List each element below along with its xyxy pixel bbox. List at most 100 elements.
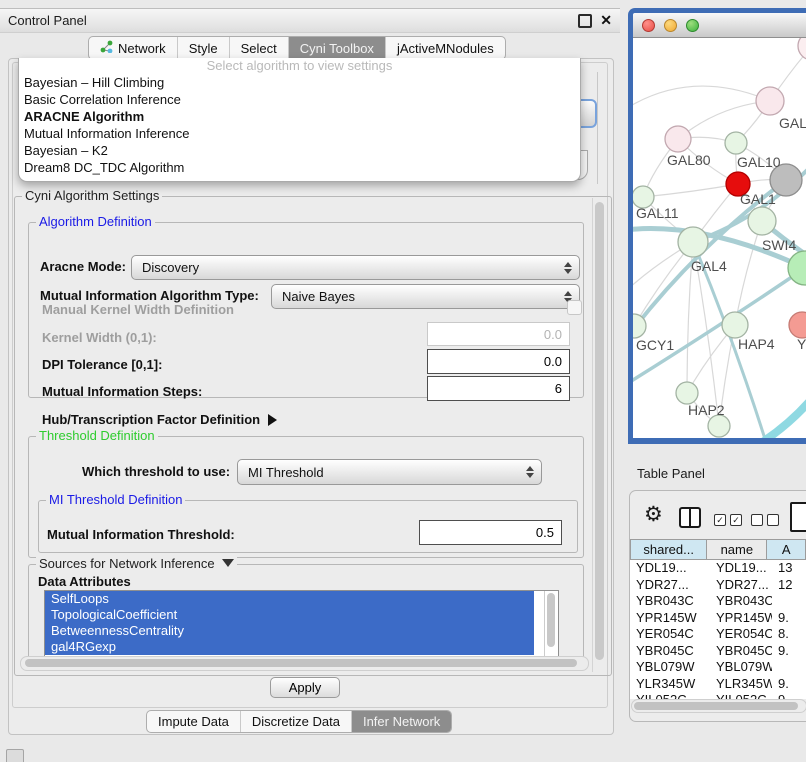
network-node[interactable] — [789, 312, 806, 338]
table-cell[interactable]: YPR145W — [630, 610, 710, 627]
sources-toggle[interactable]: Sources for Network Inference — [36, 557, 237, 571]
attribute-list-item[interactable]: BetweennessCentrality — [45, 623, 534, 639]
table-cell[interactable]: YBL079W — [710, 659, 772, 676]
table-cell[interactable]: YDR27... — [710, 577, 772, 594]
tab-cyni-toolbox[interactable]: Cyni Toolbox — [288, 37, 385, 59]
network-node[interactable] — [788, 251, 806, 285]
table-cell[interactable] — [772, 659, 806, 676]
table-cell[interactable] — [772, 593, 806, 610]
tab-network[interactable]: Network — [89, 37, 177, 59]
tab-style[interactable]: Style — [177, 37, 229, 59]
dropdown-item[interactable]: Bayesian – K2 — [19, 142, 580, 159]
network-node[interactable] — [798, 38, 806, 60]
kernel-width-field[interactable] — [427, 322, 570, 346]
scrollbar-thumb[interactable] — [634, 702, 798, 710]
table-cell[interactable]: 9. — [772, 643, 806, 660]
tab-discretize-data[interactable]: Discretize Data — [240, 711, 351, 732]
network-edge[interactable] — [643, 184, 738, 197]
mi-threshold-field[interactable] — [419, 520, 562, 545]
table-cell[interactable]: YBR043C — [630, 593, 710, 610]
close-traffic-light-icon[interactable] — [642, 19, 655, 32]
network-node[interactable] — [725, 132, 747, 154]
dropdown-item[interactable]: Dream8 DC_TDC Algorithm — [19, 159, 580, 176]
collapsed-panel-icon[interactable] — [6, 749, 24, 762]
tab-jactivemnodules[interactable]: jActiveMNodules — [385, 37, 505, 59]
table-cell[interactable]: YIL052C — [630, 692, 710, 699]
combo-arrows-icon — [526, 466, 534, 478]
settings-horizontal-scrollbar[interactable] — [20, 656, 589, 671]
table-cell[interactable]: 13 — [772, 560, 806, 577]
table-cell[interactable]: 9. — [772, 692, 806, 699]
scrollbar-thumb[interactable] — [25, 659, 577, 667]
dropdown-item[interactable]: Basic Correlation Inference — [19, 91, 580, 108]
network-edge[interactable] — [735, 221, 762, 325]
column-header[interactable]: shared... — [630, 539, 707, 560]
network-node[interactable] — [676, 382, 698, 404]
column-header[interactable]: name — [707, 539, 767, 560]
float-window-icon[interactable] — [578, 14, 592, 28]
network-node[interactable] — [756, 87, 784, 115]
scrollbar-thumb[interactable] — [547, 593, 555, 647]
tab-impute-data[interactable]: Impute Data — [147, 711, 240, 732]
close-icon[interactable]: ✕ — [600, 12, 612, 29]
data-attributes-label: Data Attributes — [38, 574, 131, 589]
dropdown-item[interactable]: ARACNE Algorithm — [19, 108, 580, 125]
dropdown-item[interactable]: Mutual Information Inference — [19, 125, 580, 142]
table-cell[interactable]: YDL19... — [710, 560, 772, 577]
table-cell[interactable]: YDR27... — [630, 577, 710, 594]
settings-vertical-scrollbar[interactable] — [592, 198, 607, 672]
network-node[interactable] — [678, 227, 708, 257]
group-border-fragment — [597, 72, 598, 184]
table-header-row: shared...nameA — [630, 539, 806, 560]
aracne-mode-combo[interactable]: Discovery — [131, 255, 580, 280]
tab-infer-network[interactable]: Infer Network — [351, 711, 451, 732]
table-cell[interactable]: YBR043C — [710, 593, 772, 610]
scrollbar-thumb[interactable] — [595, 202, 604, 660]
column-header[interactable]: A — [767, 539, 806, 560]
mi-type-value: Naive Bayes — [282, 289, 355, 304]
network-node[interactable] — [665, 126, 691, 152]
attribute-list-item[interactable]: TopologicalCoefficient — [45, 607, 534, 623]
table-cell[interactable]: 8. — [772, 626, 806, 643]
table-cell[interactable]: YBR045C — [630, 643, 710, 660]
select-all-columns-icon[interactable]: ✓ ✓ — [714, 514, 742, 526]
dpi-tolerance-field[interactable] — [427, 349, 570, 374]
table-cell[interactable]: YBR045C — [710, 643, 772, 660]
tab-label: Network — [118, 41, 166, 56]
minimize-traffic-light-icon[interactable] — [664, 19, 677, 32]
which-threshold-combo[interactable]: MI Threshold — [237, 459, 542, 485]
network-node[interactable] — [748, 207, 776, 235]
zoom-traffic-light-icon[interactable] — [686, 19, 699, 32]
apply-button[interactable]: Apply — [270, 677, 340, 698]
table-horizontal-scrollbar[interactable] — [631, 699, 806, 713]
table-cell[interactable]: 12 — [772, 577, 806, 594]
network-canvas[interactable]: GALGAL80GAL10GAL1GAL11SWI4GAL4GCY1HAP4YH… — [633, 38, 806, 438]
control-panel-tabs: Network StyleSelectCyni ToolboxjActiveMNo… — [88, 36, 506, 60]
table-cell[interactable]: YER054C — [630, 626, 710, 643]
table-cell[interactable]: YBL079W — [630, 659, 710, 676]
table-cell[interactable]: 9. — [772, 676, 806, 693]
show-columns-icon[interactable] — [679, 507, 701, 528]
attribute-list-item[interactable]: SelfLoops — [45, 591, 534, 607]
gear-icon[interactable]: ⚙ — [644, 504, 663, 525]
table-cell[interactable]: YER054C — [710, 626, 772, 643]
mi-type-combo[interactable]: Naive Bayes — [271, 284, 580, 309]
table-cell[interactable]: YLR345W — [710, 676, 772, 693]
tab-select[interactable]: Select — [229, 37, 288, 59]
network-node[interactable] — [722, 312, 748, 338]
network-node[interactable] — [708, 415, 730, 437]
new-table-icon[interactable] — [790, 502, 806, 532]
attribute-list-item[interactable]: gal4RGexp — [45, 639, 534, 655]
deselect-all-columns-icon[interactable] — [751, 514, 779, 526]
table-cell[interactable]: YLR345W — [630, 676, 710, 693]
table-cell[interactable]: YPR145W — [710, 610, 772, 627]
mi-steps-field[interactable] — [427, 376, 570, 401]
dropdown-item[interactable]: Bayesian – Hill Climbing — [19, 74, 580, 91]
table-cell[interactable]: YDL19... — [630, 560, 710, 577]
hub-definition-toggle[interactable]: Hub/Transcription Factor Definition — [42, 412, 277, 427]
table-cell[interactable]: YIL052C — [710, 692, 772, 699]
manual-kernel-checkbox[interactable] — [567, 300, 582, 315]
table-cell[interactable]: 9. — [772, 610, 806, 627]
network-edge[interactable] — [725, 390, 806, 438]
network-edge[interactable] — [633, 268, 805, 385]
